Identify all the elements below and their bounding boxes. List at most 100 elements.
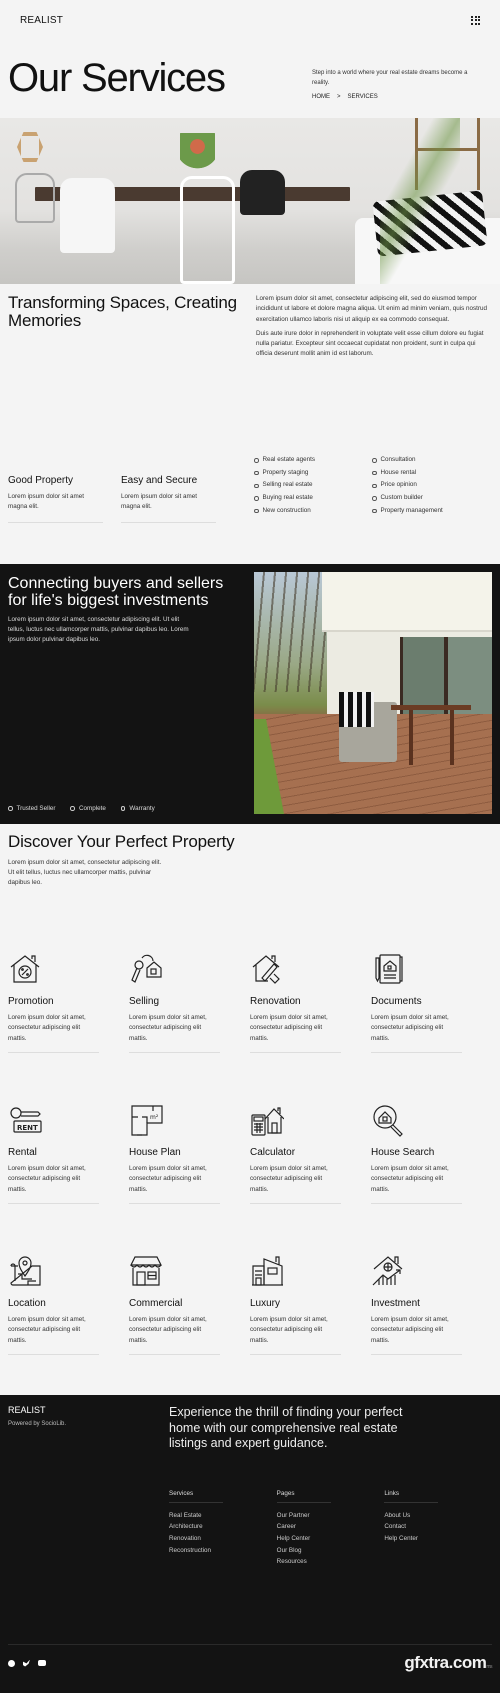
social-links [8,1659,46,1667]
footer-link-contact[interactable]: Contact [384,1521,492,1533]
powered-by: Powered by SocioLib. [8,1421,67,1427]
banner-image-dining-room [0,118,500,284]
storefront-icon [130,1256,162,1286]
circle-bullet-icon [372,458,377,463]
house-key-icon [131,954,162,983]
list-item: Consultation [372,454,490,467]
watermark: gfxtra.comms [404,1653,492,1672]
twitter-icon[interactable] [23,1659,30,1667]
circle-bullet-icon [254,508,259,514]
footer-link-career[interactable]: Career [277,1521,385,1533]
service-title: Luxury [250,1298,281,1309]
breadcrumb-current: SERVICES [347,94,378,100]
divider [121,522,216,523]
chair-wire [15,173,55,223]
page-title: Our Services [8,56,226,100]
striped-cushion [339,692,374,727]
service-text: Lorem ipsum dolor sit amet, consectetur … [371,1014,449,1042]
breadcrumb: HOME > SERVICES [312,94,482,100]
transform-section: Transforming Spaces, Creating Memories L… [0,284,500,454]
divider [8,522,103,523]
wall-decor [17,132,43,162]
footer-link-help-center[interactable]: Help Center [277,1533,385,1545]
house-brush-icon [252,955,280,984]
footer-logo[interactable]: REALIST [8,1405,169,1415]
feature-title: Good Property [8,475,74,486]
service-lists: Real estate agents Property staging Sell… [254,454,490,564]
discover-text: Lorem ipsum dolor sit amet, consectetur … [8,859,162,886]
footer-tagline: Experience the thrill of finding your pe… [169,1405,403,1450]
service-card-commercial[interactable]: Commercial Lorem ipsum dolor sit amet, c… [129,1244,250,1395]
list-item: New construction [254,505,372,518]
divider [8,1202,99,1204]
site-footer: REALIST Powered by SocioLib. Experience … [0,1395,500,1693]
footer-link-about-us[interactable]: About Us [384,1510,492,1522]
footer-column-title: Pages [276,1490,331,1503]
rent-key-icon: RENT [10,1107,42,1133]
connect-title: Connecting buyers and sellers for life's… [8,575,224,609]
site-header: REALIST [0,0,500,40]
divider [250,1202,341,1204]
service-list-1: Real estate agents Property staging Sell… [254,454,372,564]
service-card-selling[interactable]: Selling Lorem ipsum dolor sit amet, cons… [129,942,250,1093]
list-item: Custom builder [372,492,490,505]
house-growth-icon [372,1256,403,1286]
divider [8,1353,99,1355]
hero-section: Our Services Step into a world where you… [0,40,500,118]
circle-bullet-icon [254,496,259,501]
grid-menu-icon[interactable] [471,15,480,25]
service-card-promotion[interactable]: Promotion Lorem ipsum dolor sit amet, co… [8,942,129,1093]
footer-top: REALIST Powered by SocioLib. Experience … [8,1405,492,1452]
footer-link-architecture[interactable]: Architecture [169,1521,277,1533]
service-text: Lorem ipsum dolor sit amet, consectetur … [250,1014,328,1042]
footer-link-resources[interactable]: Resources [277,1556,385,1568]
service-card-calculator[interactable]: Calculator Lorem ipsum dolor sit amet, c… [250,1093,371,1244]
footer-link-our-blog[interactable]: Our Blog [277,1545,385,1557]
footer-link-reconstruction[interactable]: Reconstruction [169,1545,277,1557]
service-text: Lorem ipsum dolor sit amet, consectetur … [8,1014,86,1042]
transform-paragraph-2: Duis aute irure dolor in reprehenderit i… [256,329,484,358]
calculator-house-icon [251,1107,284,1136]
service-card-investment[interactable]: Investment Lorem ipsum dolor sit amet, c… [371,1244,492,1395]
service-card-house-plan[interactable]: m² House Plan Lorem ipsum dolor sit amet… [129,1093,250,1244]
service-card-house-search[interactable]: House Search Lorem ipsum dolor sit amet,… [371,1093,492,1244]
divider [129,1202,220,1204]
circle-bullet-icon [372,483,377,488]
feature-good-property: Good Property Lorem ipsum dolor sit amet… [8,475,103,564]
circle-bullet-icon [254,483,259,488]
service-text: Lorem ipsum dolor sit amet, consectetur … [250,1316,328,1344]
divider [8,1051,99,1053]
footer-link-our-partner[interactable]: Our Partner [277,1510,385,1522]
svg-text:RENT: RENT [17,1124,38,1132]
service-text: Lorem ipsum dolor sit amet, consectetur … [8,1165,86,1193]
facebook-icon[interactable] [8,1659,15,1667]
service-card-rental[interactable]: RENT Rental Lorem ipsum dolor sit amet, … [8,1093,129,1244]
service-title: House Plan [129,1147,181,1158]
services-grid: Promotion Lorem ipsum dolor sit amet, co… [0,942,500,1395]
service-card-renovation[interactable]: Renovation Lorem ipsum dolor sit amet, c… [250,942,371,1093]
footer-link-help-center-2[interactable]: Help Center [384,1533,492,1545]
service-title: Rental [8,1147,37,1158]
service-card-luxury[interactable]: Luxury Lorem ipsum dolor sit amet, conse… [250,1244,371,1395]
house-percent-icon [10,955,40,983]
service-card-documents[interactable]: Documents Lorem ipsum dolor sit amet, co… [371,942,492,1093]
site-logo[interactable]: REALIST [20,15,63,26]
circle-bullet-icon [8,806,13,811]
footer-link-renovation[interactable]: Renovation [169,1533,277,1545]
floor-plan-icon: m² [131,1105,163,1136]
breadcrumb-home[interactable]: HOME [312,94,330,100]
chair-white [60,178,115,253]
circle-bullet-icon [254,470,259,476]
service-card-location[interactable]: Location Lorem ipsum dolor sit amet, con… [8,1244,129,1395]
house-search-icon [373,1105,403,1137]
divider [371,1051,462,1053]
connect-content: Connecting buyers and sellers for life's… [8,572,246,816]
circle-bullet-icon [120,806,126,811]
breadcrumb-separator: > [337,94,341,100]
patio-image [254,572,492,814]
list-item: Real estate agents [254,454,372,467]
footer-columns: Services Real Estate Architecture Renova… [169,1490,492,1569]
footer-link-real-estate[interactable]: Real Estate [169,1510,277,1522]
transform-text: Lorem ipsum dolor sit amet, consectetur … [256,294,492,454]
service-text: Lorem ipsum dolor sit amet, consectetur … [8,1316,86,1344]
